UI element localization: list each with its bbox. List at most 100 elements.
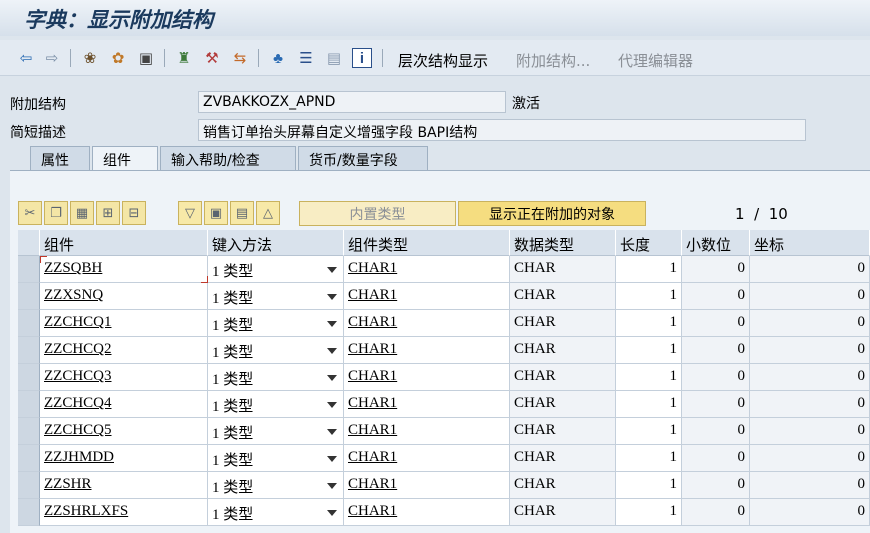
typing-method-cell[interactable]: 1 类型 bbox=[208, 472, 344, 499]
typing-method-cell-text[interactable]: 1 类型 bbox=[212, 399, 253, 415]
cut-icon[interactable]: ✂ bbox=[18, 201, 42, 225]
component-name-cell[interactable]: ZZJHMDD bbox=[40, 445, 208, 472]
row-selector[interactable] bbox=[18, 310, 40, 337]
component-type-cell-text[interactable]: CHAR1 bbox=[348, 476, 397, 492]
table-row[interactable]: ZZSHR 1 类型 CHAR1 CHAR 1 0 0 bbox=[18, 472, 870, 499]
component-name-cell[interactable]: ZZSQBH bbox=[40, 256, 208, 283]
component-name-cell-text[interactable]: ZZCHCQ4 bbox=[44, 395, 112, 411]
tab-attributes[interactable]: 属性 bbox=[30, 146, 90, 170]
align-icon[interactable]: ☰ bbox=[296, 48, 316, 68]
component-type-cell[interactable]: CHAR1 bbox=[344, 364, 510, 391]
component-name-cell[interactable]: ZZXSNQ bbox=[40, 283, 208, 310]
short-description-field[interactable]: 销售订单抬头屏幕自定义增强字段 BAPI结构 bbox=[198, 119, 806, 141]
row-selector[interactable] bbox=[18, 283, 40, 310]
table-row[interactable]: ZZCHCQ1 1 类型 CHAR1 CHAR 1 0 0 bbox=[18, 310, 870, 337]
component-type-cell-text[interactable]: CHAR1 bbox=[348, 395, 397, 411]
table-row[interactable]: ZZSQBH 1 类型 CHAR1 CHAR 1 0 0 bbox=[18, 256, 870, 283]
dropdown-arrow-icon[interactable] bbox=[327, 402, 337, 408]
component-type-cell-text[interactable]: CHAR1 bbox=[348, 368, 397, 384]
table-row[interactable]: ZZSHRLXFS 1 类型 CHAR1 CHAR 1 0 0 bbox=[18, 499, 870, 526]
component-name-cell[interactable]: ZZCHCQ2 bbox=[40, 337, 208, 364]
column-header-data-type[interactable]: 数据类型 bbox=[510, 230, 616, 256]
insert-row-icon[interactable]: ⊞ bbox=[96, 201, 120, 225]
table-row[interactable]: ZZCHCQ4 1 类型 CHAR1 CHAR 1 0 0 bbox=[18, 391, 870, 418]
typing-method-cell-text[interactable]: 1 类型 bbox=[212, 345, 253, 361]
dropdown-arrow-icon[interactable] bbox=[327, 456, 337, 462]
column-header-decimals[interactable]: 小数位 bbox=[682, 230, 750, 256]
dropdown-arrow-icon[interactable] bbox=[327, 429, 337, 435]
typing-method-cell[interactable]: 1 类型 bbox=[208, 283, 344, 310]
glasses-icon[interactable]: ❀ bbox=[80, 48, 100, 68]
component-name-cell[interactable]: ZZSHRLXFS bbox=[40, 499, 208, 526]
component-name-cell-text[interactable]: ZZXSNQ bbox=[44, 287, 103, 303]
typing-method-cell-text[interactable]: 1 类型 bbox=[212, 426, 253, 442]
column-header-component-type[interactable]: 组件类型 bbox=[344, 230, 510, 256]
typing-method-cell[interactable]: 1 类型 bbox=[208, 445, 344, 472]
prev-page-icon[interactable]: ▣ bbox=[204, 201, 228, 225]
dropdown-arrow-icon[interactable] bbox=[327, 267, 337, 273]
table-row[interactable]: ZZCHCQ2 1 类型 CHAR1 CHAR 1 0 0 bbox=[18, 337, 870, 364]
component-type-cell[interactable]: CHAR1 bbox=[344, 310, 510, 337]
component-type-cell[interactable]: CHAR1 bbox=[344, 256, 510, 283]
dropdown-arrow-icon[interactable] bbox=[327, 294, 337, 300]
component-name-cell[interactable]: ZZCHCQ1 bbox=[40, 310, 208, 337]
last-page-icon[interactable]: △ bbox=[256, 201, 280, 225]
component-name-cell-text[interactable]: ZZCHCQ3 bbox=[44, 368, 112, 384]
typing-method-cell-text[interactable]: 1 类型 bbox=[212, 372, 253, 388]
info-icon[interactable]: i bbox=[352, 48, 372, 68]
component-name-cell[interactable]: ZZCHCQ3 bbox=[40, 364, 208, 391]
row-selector[interactable] bbox=[18, 499, 40, 526]
row-selector[interactable] bbox=[18, 337, 40, 364]
tab-components[interactable]: 组件 bbox=[92, 146, 158, 171]
dropdown-arrow-icon[interactable] bbox=[327, 510, 337, 516]
component-type-cell-text[interactable]: CHAR1 bbox=[348, 287, 397, 303]
component-name-cell-text[interactable]: ZZSHR bbox=[44, 476, 92, 492]
row-selector[interactable] bbox=[18, 418, 40, 445]
forward-arrow-icon[interactable]: ⇨ bbox=[42, 48, 62, 68]
component-type-cell-text[interactable]: CHAR1 bbox=[348, 422, 397, 438]
builtin-type-button[interactable]: 内置类型 bbox=[299, 201, 456, 226]
component-type-cell[interactable]: CHAR1 bbox=[344, 337, 510, 364]
component-type-cell-text[interactable]: CHAR1 bbox=[348, 449, 397, 465]
row-selector[interactable] bbox=[18, 445, 40, 472]
table-row[interactable]: ZZXSNQ 1 类型 CHAR1 CHAR 1 0 0 bbox=[18, 283, 870, 310]
typing-method-cell-text[interactable]: 1 类型 bbox=[212, 453, 253, 469]
row-selector[interactable] bbox=[18, 472, 40, 499]
tab-input-help[interactable]: 输入帮助/检查 bbox=[160, 146, 296, 170]
component-type-cell[interactable]: CHAR1 bbox=[344, 472, 510, 499]
append-structure-field[interactable]: ZVBAKKOZX_APND bbox=[198, 91, 506, 113]
transport-icon[interactable]: ⇆ bbox=[230, 48, 250, 68]
back-arrow-icon[interactable]: ⇦ bbox=[16, 48, 36, 68]
dropdown-arrow-icon[interactable] bbox=[327, 348, 337, 354]
typing-method-cell-text[interactable]: 1 类型 bbox=[212, 318, 253, 334]
hierarchy-icon[interactable]: ♜ bbox=[174, 48, 194, 68]
typing-method-cell[interactable]: 1 类型 bbox=[208, 391, 344, 418]
component-type-cell[interactable]: CHAR1 bbox=[344, 445, 510, 472]
first-page-icon[interactable]: ▽ bbox=[178, 201, 202, 225]
window-icon[interactable]: ▤ bbox=[324, 48, 344, 68]
typing-method-cell[interactable]: 1 类型 bbox=[208, 256, 344, 283]
component-name-cell-text[interactable]: ZZSQBH bbox=[44, 260, 102, 276]
copy-icon[interactable]: ❐ bbox=[44, 201, 68, 225]
component-name-cell[interactable]: ZZSHR bbox=[40, 472, 208, 499]
paste-icon[interactable]: ▦ bbox=[70, 201, 94, 225]
proxy-editor-button[interactable]: 代理编辑器 bbox=[618, 50, 693, 71]
component-type-cell[interactable]: CHAR1 bbox=[344, 283, 510, 310]
delete-row-icon[interactable]: ⊟ bbox=[122, 201, 146, 225]
component-name-cell-text[interactable]: ZZSHRLXFS bbox=[44, 503, 128, 519]
row-selector[interactable] bbox=[18, 364, 40, 391]
next-page-icon[interactable]: ▤ bbox=[230, 201, 254, 225]
typing-method-cell-text[interactable]: 1 类型 bbox=[212, 507, 253, 523]
column-header-coordinate[interactable]: 坐标 bbox=[750, 230, 870, 256]
component-name-cell-text[interactable]: ZZJHMDD bbox=[44, 449, 114, 465]
object-list-icon[interactable]: ▣ bbox=[136, 48, 156, 68]
row-selector[interactable] bbox=[18, 391, 40, 418]
row-selector[interactable] bbox=[18, 256, 40, 283]
column-header-length[interactable]: 长度 bbox=[616, 230, 682, 256]
typing-method-cell-text[interactable]: 1 类型 bbox=[212, 264, 253, 280]
typing-method-cell-text[interactable]: 1 类型 bbox=[212, 480, 253, 496]
component-name-cell[interactable]: ZZCHCQ4 bbox=[40, 391, 208, 418]
component-type-cell-text[interactable]: CHAR1 bbox=[348, 314, 397, 330]
column-header-typing-method[interactable]: 键入方法 bbox=[208, 230, 344, 256]
select-all-header[interactable] bbox=[18, 230, 40, 256]
